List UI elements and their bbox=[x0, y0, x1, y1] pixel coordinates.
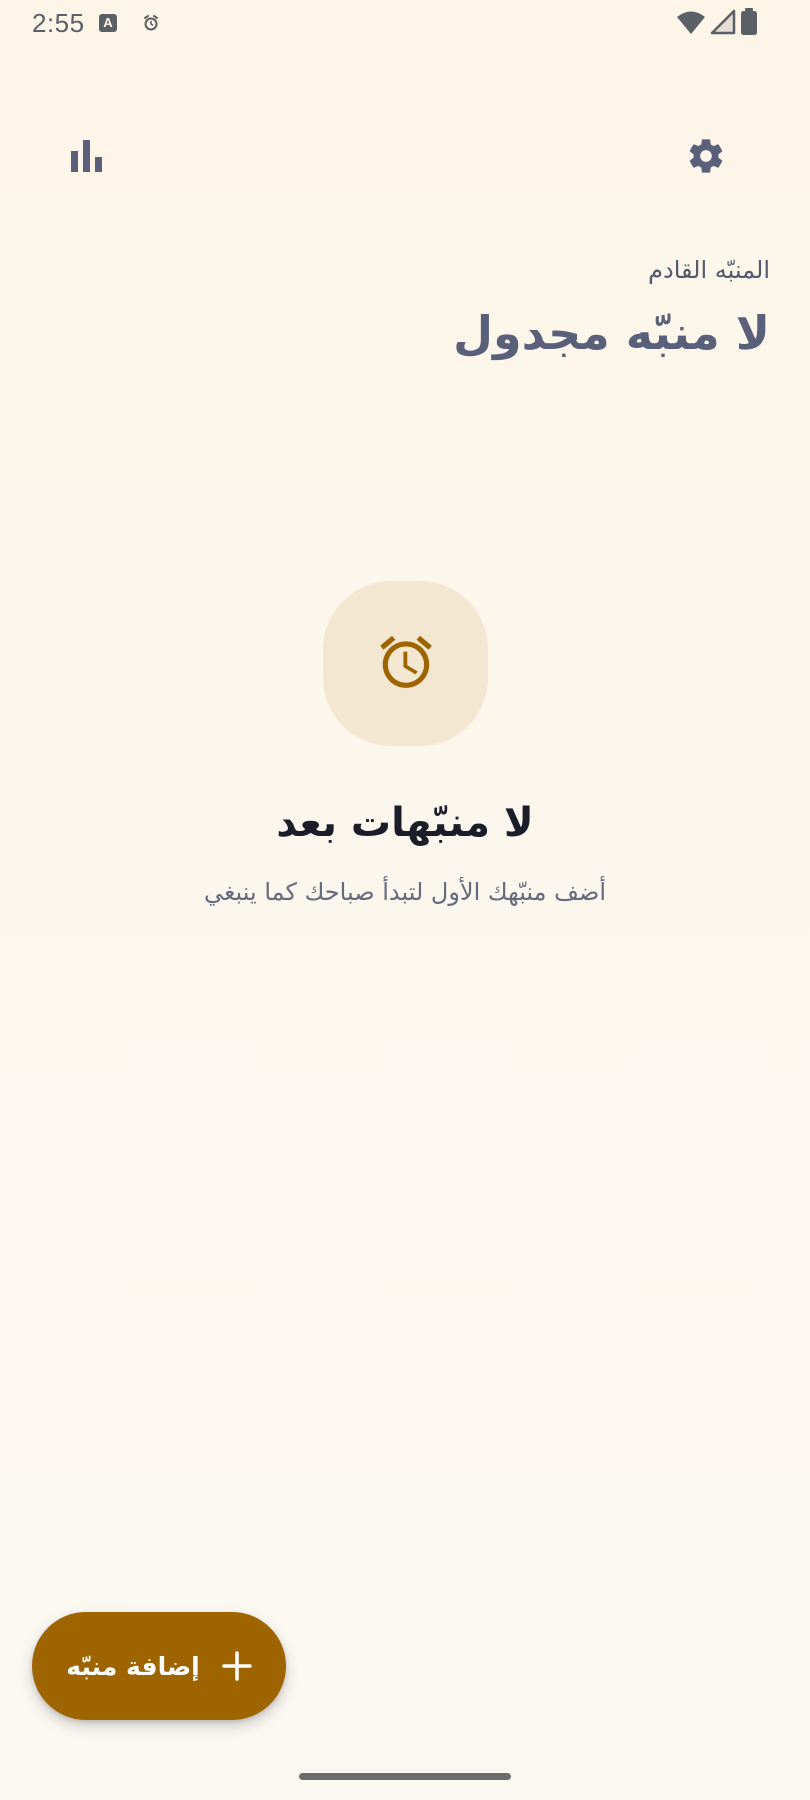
bar-chart-icon bbox=[70, 140, 104, 176]
empty-state-icon-container bbox=[323, 581, 488, 746]
text-a-icon: A bbox=[99, 14, 117, 32]
statistics-button[interactable] bbox=[55, 126, 119, 190]
next-alarm-value: لا منبّه مجدول bbox=[453, 306, 770, 360]
add-alarm-label: إضافة منبّه bbox=[66, 1651, 200, 1681]
signal-icon bbox=[710, 9, 736, 39]
alarm-small-icon bbox=[142, 14, 160, 32]
settings-button[interactable] bbox=[674, 126, 738, 190]
status-bar: 2:55 A bbox=[0, 0, 810, 48]
alarm-clock-icon bbox=[375, 631, 437, 697]
wifi-icon bbox=[676, 9, 706, 39]
battery-icon bbox=[740, 8, 758, 40]
empty-state-title: لا منبّهات بعد bbox=[276, 800, 534, 846]
gesture-navigation-bar[interactable] bbox=[299, 1773, 511, 1780]
plus-icon bbox=[221, 1651, 252, 1681]
status-time: 2:55 bbox=[32, 8, 85, 38]
status-icons bbox=[676, 8, 758, 40]
gear-icon bbox=[686, 136, 726, 180]
empty-state-subtitle: أضف منبّهك الأول لتبدأ صباحك كما ينبغي bbox=[203, 878, 607, 906]
add-alarm-button[interactable]: إضافة منبّه bbox=[32, 1612, 286, 1720]
next-alarm-label: المنبّه القادم bbox=[648, 256, 770, 284]
